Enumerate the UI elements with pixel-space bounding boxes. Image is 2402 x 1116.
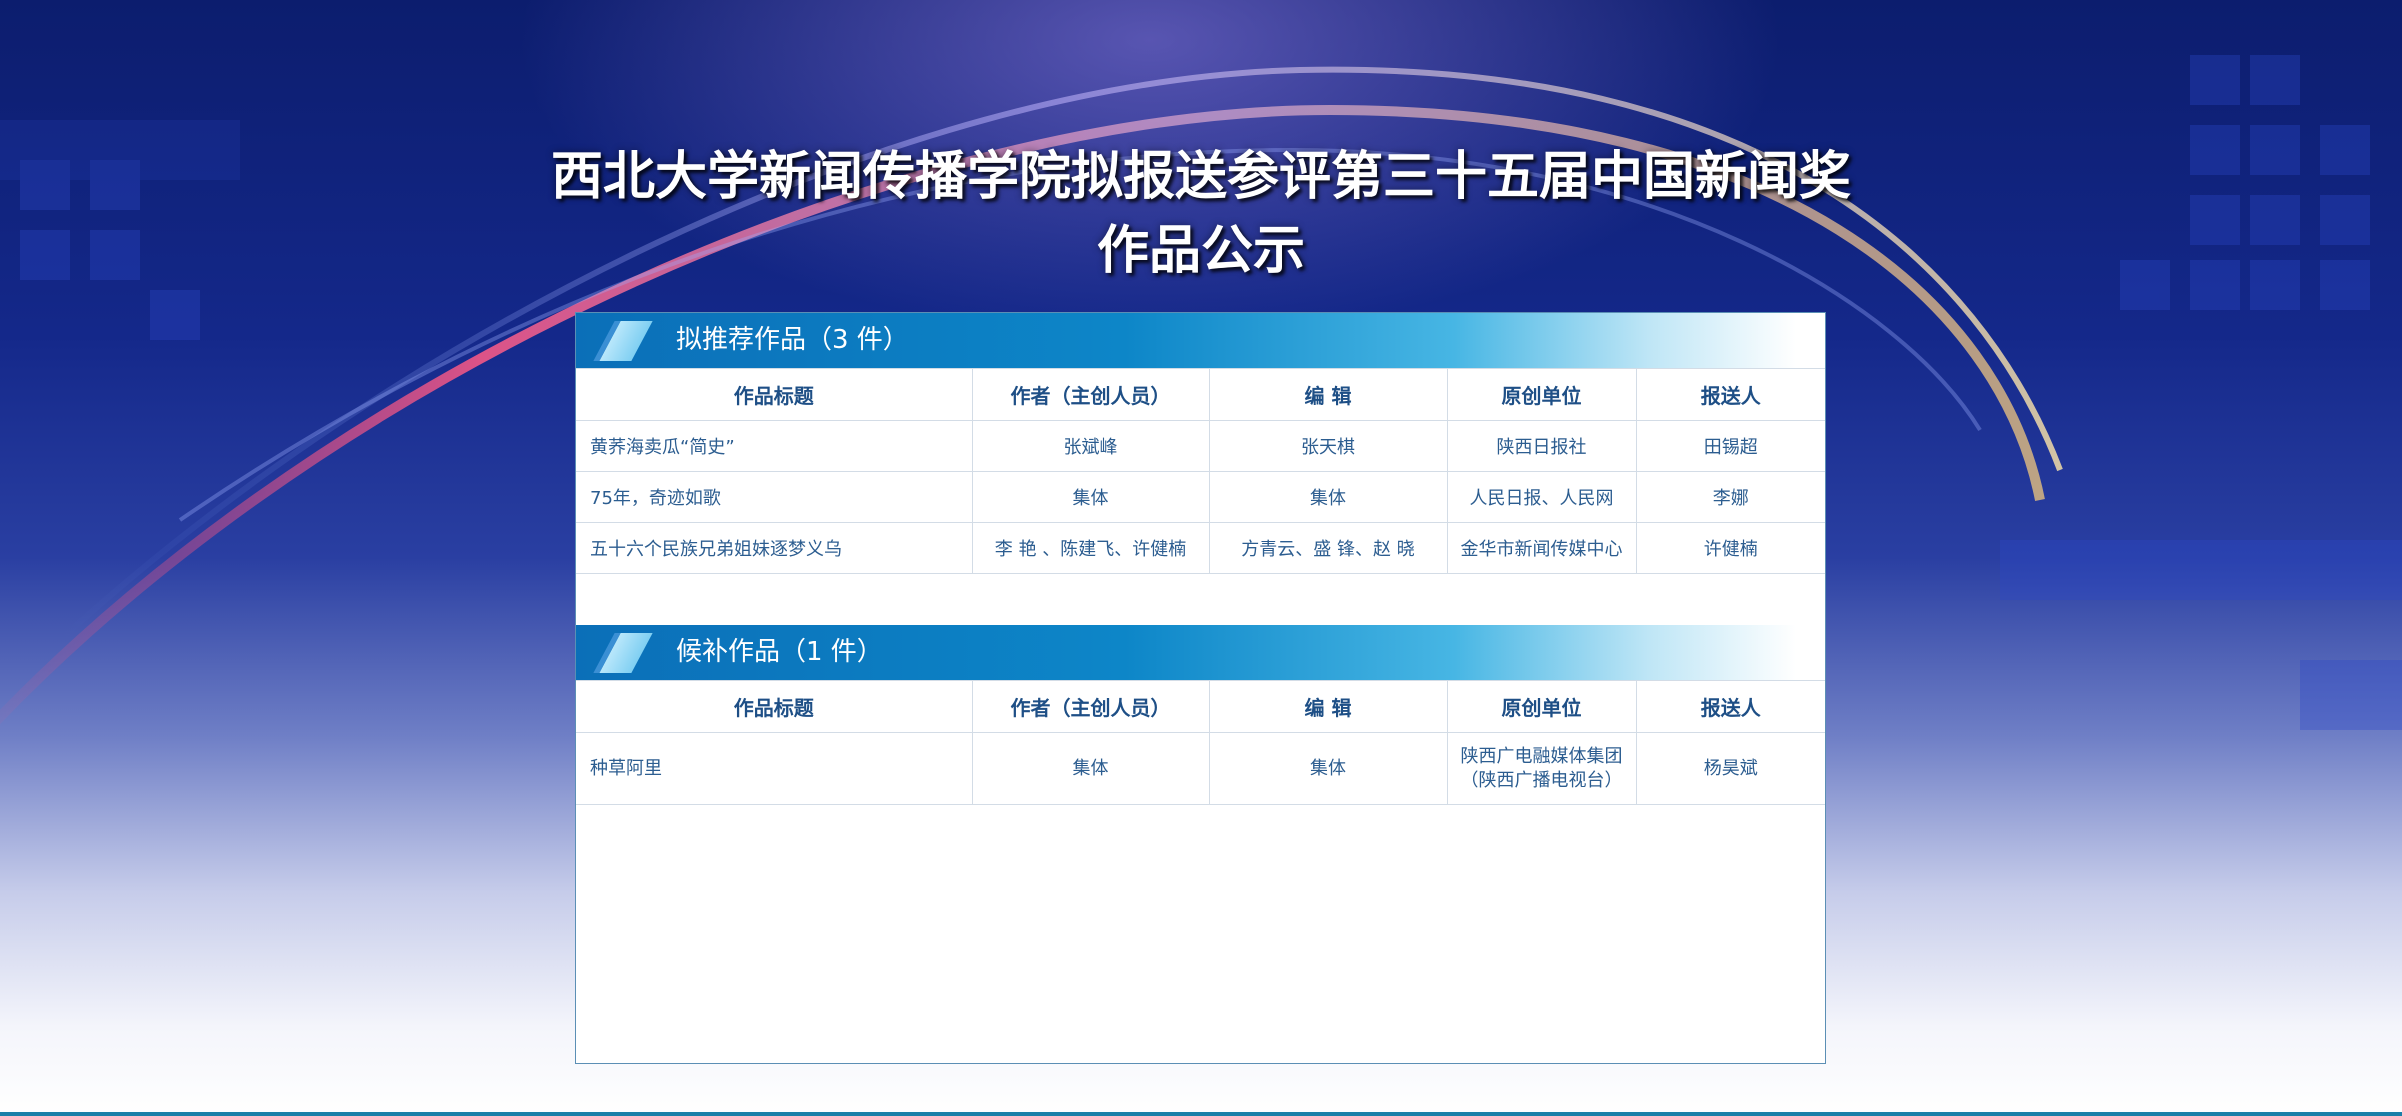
column-header-submitter: 报送人 [1635,680,1825,733]
column-header-organization: 原创单位 [1446,680,1637,733]
work-title-cell: 黄荞海卖瓜“简史” [576,420,973,472]
table-header-row: 作品标题 作者（主创人员） 编 辑 原创单位 报送人 [576,368,1825,421]
table-row: 种草阿里 集体 集体 陕西广电融媒体集团 （陕西广播电视台） 杨昊斌 [576,732,1825,805]
recommended-works-table: 作品标题 作者（主创人员） 编 辑 原创单位 报送人 黄荞海卖瓜“简史” 张斌峰… [576,368,1825,574]
editor-cell: 张天棋 [1208,420,1448,472]
column-header-title: 作品标题 [576,368,973,421]
table-row: 黄荞海卖瓜“简史” 张斌峰 张天棋 陕西日报社 田锡超 [576,420,1825,472]
column-header-title: 作品标题 [576,680,973,733]
organization-cell: 陕西日报社 [1446,420,1637,472]
author-cell: 集体 [971,732,1210,805]
section-header-alternate: 候补作品（1 件） [576,625,1796,680]
page-title: 西北大学新闻传播学院拟报送参评第三十五届中国新闻奖 作品公示 [0,140,2402,288]
bottom-divider [0,1112,2402,1116]
stripe-icon [593,321,653,361]
section-label: 候补作品（1 件） [676,637,883,667]
organization-line1: 陕西广电融媒体集团 [1460,745,1623,767]
column-header-editor: 编 辑 [1208,368,1448,421]
page-title-line2: 作品公示 [1096,221,1305,281]
table-row: 五十六个民族兄弟姐妹逐梦义乌 李 艳 、陈建飞、许健楠 方青云、盛 锋、赵 晓 … [576,522,1825,574]
section-header-recommended: 拟推荐作品（3 件） [576,313,1796,368]
organization-cell: 金华市新闻传媒中心 [1446,522,1637,574]
submitter-cell: 杨昊斌 [1635,732,1825,805]
page-title-line1: 西北大学新闻传播学院拟报送参评第三十五届中国新闻奖 [550,147,1851,207]
submitter-cell: 许健楠 [1635,522,1825,574]
table-row: 75年，奇迹如歌 集体 集体 人民日报、人民网 李娜 [576,471,1825,523]
alternate-works-table: 作品标题 作者（主创人员） 编 辑 原创单位 报送人 种草阿里 集体 集体 陕西… [576,680,1825,805]
editor-cell: 集体 [1208,732,1448,805]
table-header-row: 作品标题 作者（主创人员） 编 辑 原创单位 报送人 [576,680,1825,733]
organization-cell: 陕西广电融媒体集团 （陕西广播电视台） [1446,732,1637,805]
stripe-icon [593,633,653,673]
organization-line2: （陕西广播电视台） [1460,769,1623,791]
author-cell: 集体 [971,471,1210,523]
section-label: 拟推荐作品（3 件） [676,325,909,355]
announcement-panel: 拟推荐作品（3 件） 作品标题 作者（主创人员） 编 辑 原创单位 报送人 黄荞… [575,312,1826,1064]
editor-cell: 集体 [1208,471,1448,523]
column-header-editor: 编 辑 [1208,680,1448,733]
submitter-cell: 李娜 [1635,471,1825,523]
column-header-organization: 原创单位 [1446,368,1637,421]
column-header-submitter: 报送人 [1635,368,1825,421]
submitter-cell: 田锡超 [1635,420,1825,472]
work-title-cell: 种草阿里 [576,732,973,805]
author-cell: 李 艳 、陈建飞、许健楠 [971,522,1210,574]
work-title-cell: 五十六个民族兄弟姐妹逐梦义乌 [576,522,973,574]
work-title-cell: 75年，奇迹如歌 [576,471,973,523]
column-header-author: 作者（主创人员） [971,680,1210,733]
editor-cell: 方青云、盛 锋、赵 晓 [1208,522,1448,574]
organization-cell: 人民日报、人民网 [1446,471,1637,523]
author-cell: 张斌峰 [971,420,1210,472]
column-header-author: 作者（主创人员） [971,368,1210,421]
